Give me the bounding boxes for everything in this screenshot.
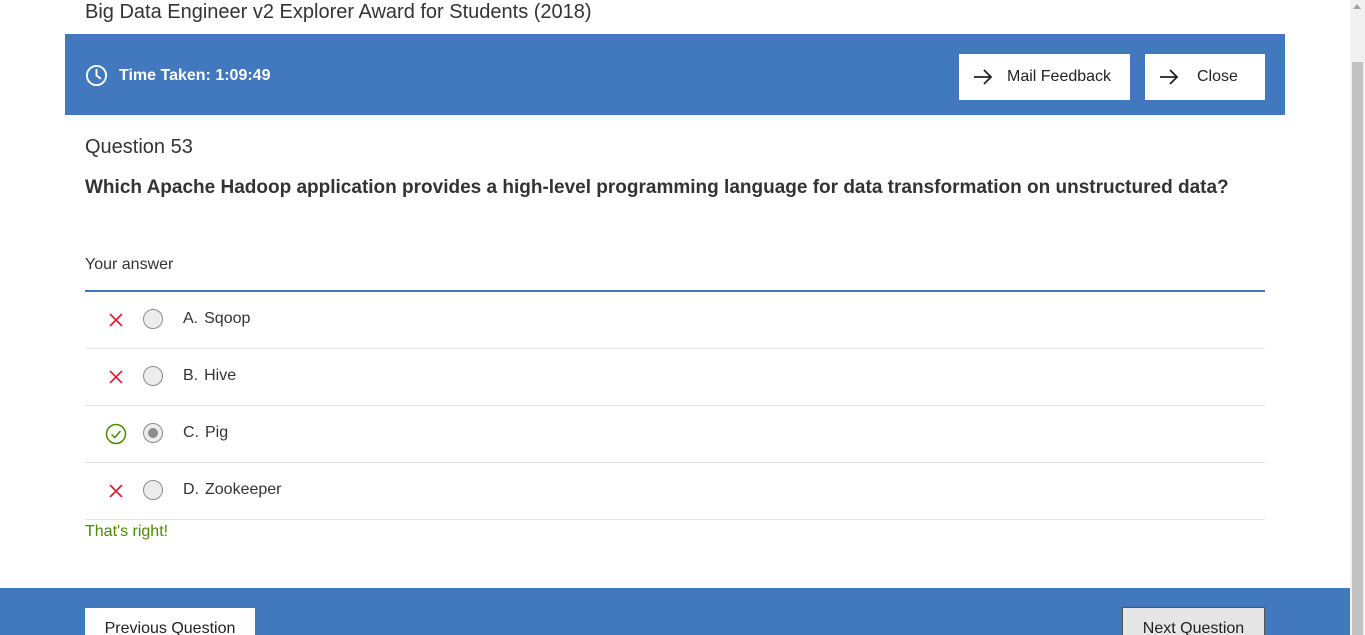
your-answer-label: Your answer: [85, 256, 174, 273]
check-circle-icon: [105, 423, 127, 445]
scrollbar-thumb[interactable]: [1352, 62, 1363, 635]
option-label: Pig: [205, 424, 229, 441]
arrow-right-icon: [1160, 69, 1179, 85]
option-b-radio[interactable]: [143, 366, 163, 386]
option-label: Hive: [204, 367, 237, 384]
next-question-label: Next Question: [1142, 620, 1245, 635]
option-label: Zookeeper: [205, 481, 282, 498]
answer-feedback: That's right!: [85, 523, 169, 540]
close-button[interactable]: Close: [1145, 54, 1265, 100]
answer-options: A. Sqoop B. Hive C. Pig D. Zookeeper: [85, 292, 1265, 520]
option-b[interactable]: B. Hive: [85, 349, 1265, 406]
option-letter: A.: [183, 310, 199, 327]
timer-label: Time Taken: 1:09:49: [119, 66, 271, 84]
option-c-radio[interactable]: [143, 423, 163, 443]
x-icon: [109, 370, 123, 384]
option-d-radio[interactable]: [143, 480, 163, 500]
previous-question-button[interactable]: Previous Question: [85, 608, 255, 635]
top-bar: Time Taken: 1:09:49 Mail Feedback Close: [65, 34, 1285, 115]
option-a-text: A. Sqoop: [183, 310, 250, 328]
option-d-text: D. Zookeeper: [183, 481, 282, 499]
x-icon: [109, 313, 123, 327]
scroll-up-icon[interactable]: [1353, 4, 1361, 9]
scrollbar[interactable]: [1350, 0, 1365, 635]
timer: Time Taken: 1:09:49: [85, 64, 270, 87]
bottom-bar: Previous Question Next Question: [0, 588, 1350, 635]
option-label: Sqoop: [204, 310, 251, 327]
question-text: Which Apache Hadoop application provides…: [85, 177, 1229, 198]
previous-question-label: Previous Question: [104, 620, 236, 635]
mail-feedback-label: Mail Feedback: [1007, 68, 1112, 85]
option-letter: D.: [183, 481, 199, 498]
option-b-text: B. Hive: [183, 367, 236, 385]
option-letter: B.: [183, 367, 199, 384]
question-number: Question 53: [85, 136, 193, 158]
option-a-radio[interactable]: [143, 309, 163, 329]
arrow-right-icon: [974, 69, 993, 85]
option-letter: C.: [183, 424, 199, 441]
quiz-page: Big Data Engineer v2 Explorer Award for …: [0, 0, 1365, 635]
option-d[interactable]: D. Zookeeper: [85, 463, 1265, 520]
option-c[interactable]: C. Pig: [85, 406, 1265, 463]
mail-feedback-button[interactable]: Mail Feedback: [959, 54, 1130, 100]
x-icon: [109, 484, 123, 498]
page-title: Big Data Engineer v2 Explorer Award for …: [85, 1, 592, 23]
close-label: Close: [1197, 68, 1238, 85]
next-question-button[interactable]: Next Question: [1122, 607, 1265, 635]
option-c-text: C. Pig: [183, 424, 228, 442]
clock-icon: [85, 64, 108, 87]
option-a[interactable]: A. Sqoop: [85, 292, 1265, 349]
